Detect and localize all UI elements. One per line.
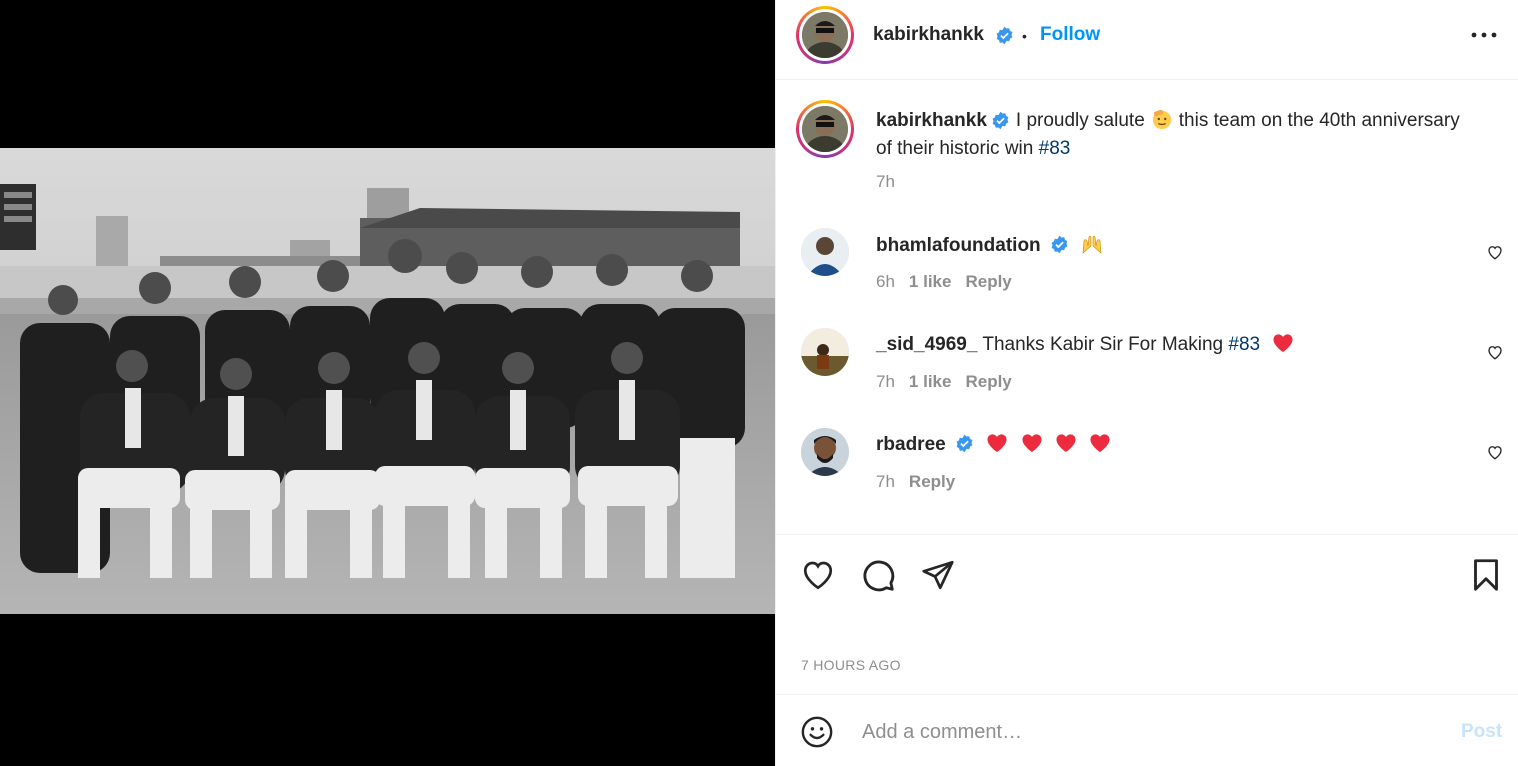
comment-time: 7h [876, 472, 895, 491]
comment-time: 6h [876, 272, 895, 291]
post-photo[interactable] [0, 148, 775, 614]
comment-3-meta: 7h Reply [876, 472, 955, 492]
bookmark-icon[interactable] [1468, 557, 1504, 593]
comment-input[interactable] [860, 713, 1424, 751]
post-caption: kabirkhankk I proudly salute this team on … [876, 107, 1476, 163]
post-header: kabirkhankk • Follow [776, 0, 1518, 80]
comment-like-heart-icon[interactable] [1486, 243, 1504, 261]
verified-badge-icon [956, 434, 973, 453]
verified-badge-icon [992, 111, 1009, 130]
reply-button[interactable]: Reply [909, 472, 955, 491]
comment-hashtag[interactable]: #83 [1228, 334, 1260, 355]
red-heart-icon [1056, 434, 1076, 453]
reply-button[interactable]: Reply [965, 272, 1011, 291]
commenter-avatar[interactable] [801, 228, 849, 276]
ellipsis-icon[interactable] [1470, 25, 1498, 45]
post-comment-button[interactable]: Post [1461, 721, 1502, 743]
separator-dot: • [1022, 28, 1027, 44]
red-heart-icon [1273, 334, 1293, 353]
paper-plane-icon[interactable] [920, 557, 956, 593]
post-actions: 7 HOURS AGO [776, 534, 1518, 694]
speech-bubble-icon[interactable] [860, 557, 896, 593]
comment-text: Thanks Kabir Sir For Making [982, 334, 1224, 355]
comment-username[interactable]: rbadree [876, 434, 946, 455]
caption-hashtag[interactable]: #83 [1039, 138, 1071, 159]
post-timestamp: 7 HOURS AGO [801, 657, 901, 673]
red-heart-icon [1022, 434, 1042, 453]
comment-username[interactable]: bhamlafoundation [876, 235, 1041, 256]
comment-1-meta: 6h 1 like Reply [876, 272, 1012, 292]
comment-time: 7h [876, 372, 895, 391]
comment-2: _sid_4969_ Thanks Kabir Sir For Making #… [876, 333, 1294, 356]
verified-badge-icon [1051, 235, 1068, 254]
red-heart-icon [987, 434, 1007, 453]
red-heart-icon [1090, 434, 1110, 453]
comment-username[interactable]: _sid_4969_ [876, 334, 977, 355]
post-details-pane: kabirkhankk • Follow kabirkhankk I proudl… [775, 0, 1518, 766]
raising-hands-icon [1082, 235, 1102, 254]
comment-like-heart-icon[interactable] [1486, 443, 1504, 461]
author-username[interactable]: kabirkhankk [873, 24, 984, 46]
comment-3: rbadree [876, 433, 1111, 456]
caption-username[interactable]: kabirkhankk [876, 110, 987, 131]
reply-button[interactable]: Reply [965, 372, 1011, 391]
comment-like-heart-icon[interactable] [1486, 343, 1504, 361]
caption-author-avatar[interactable] [796, 100, 854, 158]
commenter-avatar[interactable] [801, 328, 849, 376]
comment-likes[interactable]: 1 like [909, 272, 952, 291]
post-media-pane [0, 0, 775, 766]
heart-outline-icon[interactable] [800, 557, 836, 593]
comment-1: bhamlafoundation [876, 233, 1104, 257]
saluting-face-icon [1152, 109, 1171, 130]
verified-badge-icon [996, 26, 1013, 45]
smiley-icon[interactable] [800, 715, 834, 749]
author-avatar[interactable] [796, 6, 854, 64]
caption-text-part1: I proudly salute [1015, 110, 1145, 131]
caption-time: 7h [876, 172, 895, 191]
follow-button[interactable]: Follow [1040, 24, 1100, 46]
comment-2-meta: 7h 1 like Reply [876, 372, 1012, 392]
commenter-avatar[interactable] [801, 428, 849, 476]
comment-likes[interactable]: 1 like [909, 372, 952, 391]
add-comment-bar: Post [776, 694, 1518, 766]
